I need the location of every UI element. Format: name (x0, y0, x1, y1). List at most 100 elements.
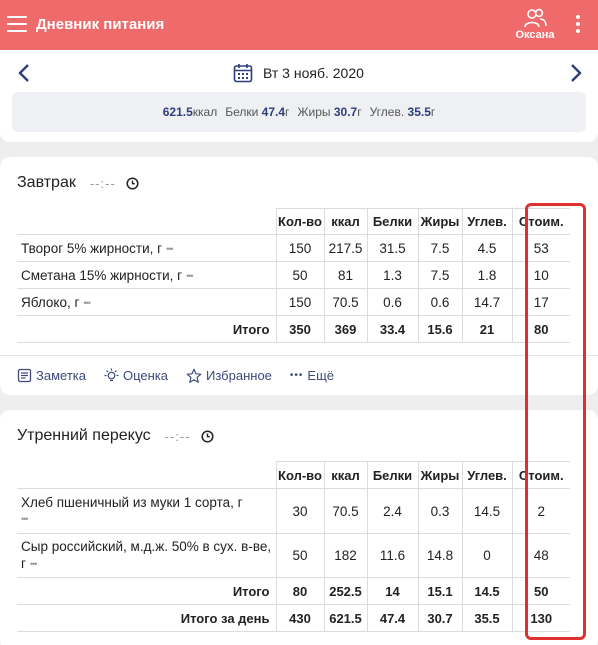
menu-icon[interactable] (7, 16, 27, 32)
more-button[interactable]: ••• Ещё (290, 368, 334, 383)
food-name: Сметана 15% жирности, г (21, 267, 183, 283)
cell-qty: 430 (275, 604, 325, 632)
cell-cost: 48 (511, 533, 570, 578)
prev-day-button[interactable] (14, 62, 34, 84)
more-horiz-icon: ••• (289, 370, 304, 381)
cell-fat: 0.6 (417, 288, 463, 316)
date-picker[interactable]: Вт 3 нояб. 2020 (233, 62, 364, 84)
day-total-row: Итого за день 430 621.5 47.4 30.7 35.5 1… (17, 604, 570, 632)
cell-carbs: 1.8 (461, 261, 513, 289)
cell-protein: 33.4 (366, 315, 419, 343)
meal-total-row: Итого 80 252.5 14 15.1 14.5 50 (17, 577, 570, 605)
cell-protein: 2.4 (366, 488, 419, 534)
total-protein-value: 47.4 (261, 105, 286, 119)
clock-icon (126, 176, 139, 190)
cell-carbs: 14.5 (461, 488, 513, 534)
cell-qty: 80 (275, 577, 325, 605)
cell-kcal: 252.5 (323, 577, 368, 605)
cell-protein: 0.6 (366, 288, 419, 316)
col-header-kcal: ккал (323, 208, 368, 235)
cell-carbs: 4.5 (461, 234, 513, 262)
col-header-fat: Жиры (417, 461, 463, 489)
cell-protein: 47.4 (366, 604, 419, 632)
food-name: Яблоко, г (21, 294, 80, 310)
meal-time: --:-- (89, 175, 116, 191)
carbs-unit: г (430, 105, 436, 119)
note-button[interactable]: Заметка (17, 368, 86, 383)
cell-qty: 150 (275, 288, 325, 316)
col-header-kcal: ккал (323, 461, 368, 489)
date-card: Вт 3 нояб. 2020 621.5 ккал Белки 47.4 г Жи… (0, 50, 598, 142)
more-dots-icon[interactable]: ••• (30, 556, 38, 573)
cell-kcal: 70.5 (323, 488, 368, 534)
table-row[interactable]: Хлеб пшеничный из муки 1 сорта, г ••• 30 … (17, 488, 570, 534)
more-dots-icon[interactable]: ••• (83, 298, 91, 308)
lightbulb-icon (104, 368, 119, 382)
meal-total-row: Итого 350 369 33.4 15.6 21 80 (17, 315, 570, 343)
table-row[interactable]: Сметана 15% жирности, г ••• 50 81 1.3 7.5… (17, 261, 570, 289)
cell-carbs: 35.5 (461, 604, 513, 632)
col-header-carbs: Углев. (461, 208, 513, 235)
current-date: Вт 3 нояб. 2020 (263, 65, 364, 81)
cell-qty: 50 (275, 533, 325, 578)
cell-protein: 11.6 (366, 533, 419, 578)
protein-label: Белки (225, 105, 259, 119)
meal-table: Кол-во ккал Белки Жиры Углев. Стоим. Хле… (17, 461, 570, 632)
cell-qty: 350 (275, 315, 325, 343)
cell-cost: 80 (511, 315, 570, 343)
table-row[interactable]: Сыр российский, м.д.ж. 50% в сух. в-ве, … (17, 533, 570, 578)
meal-header[interactable]: Завтрак --:-- (17, 174, 139, 192)
star-icon (186, 368, 202, 383)
total-kcal-value: 621.5 (162, 105, 193, 119)
cell-kcal: 70.5 (323, 288, 368, 316)
meal-card-breakfast: Завтрак --:-- Кол-во ккал Белки Жиры Угл… (0, 157, 598, 395)
chevron-right-icon (571, 64, 582, 82)
cell-cost: 50 (511, 577, 570, 605)
cell-kcal: 182 (323, 533, 368, 578)
more-label: Ещё (307, 368, 335, 383)
users-icon (524, 8, 547, 28)
next-day-button[interactable] (566, 62, 586, 84)
rating-button[interactable]: Оценка (104, 368, 168, 383)
total-carbs-value: 35.5 (407, 105, 431, 119)
cell-cost: 17 (511, 288, 570, 316)
meal-header[interactable]: Утренний перекус --:-- (17, 427, 214, 445)
col-header-cost: Стоим. (511, 461, 570, 489)
cell-kcal: 369 (323, 315, 368, 343)
note-icon (17, 368, 32, 383)
more-dots-icon[interactable]: ••• (186, 271, 194, 281)
meal-title: Завтрак (17, 174, 76, 191)
cell-carbs: 14.7 (461, 288, 513, 316)
cell-cost: 10 (511, 261, 570, 289)
cell-kcal: 81 (323, 261, 368, 289)
more-dots-icon[interactable]: ••• (21, 511, 29, 528)
rating-label: Оценка (122, 368, 169, 383)
more-dots-icon[interactable]: ••• (166, 244, 174, 254)
user-name: Оксана (515, 29, 555, 41)
meal-actions: Заметка Оценка Избранное ••• Ещё (0, 355, 598, 395)
total-fat-value: 30.7 (333, 105, 358, 119)
table-row[interactable]: Яблоко, г ••• 150 70.5 0.6 0.6 14.7 17 (17, 288, 570, 316)
food-name: Хлеб пшеничный из муки 1 сорта, г (21, 494, 243, 510)
chevron-left-icon (18, 64, 29, 82)
col-header-carbs: Углев. (461, 461, 513, 489)
note-label: Заметка (36, 368, 86, 383)
cell-carbs: 0 (461, 533, 513, 578)
more-vert-icon[interactable] (572, 15, 584, 37)
col-header-fat: Жиры (417, 208, 463, 235)
calendar-icon (233, 64, 253, 83)
table-row[interactable]: Творог 5% жирности, г ••• 150 217.5 31.5 … (17, 234, 570, 262)
day-total-label: Итого за день (17, 604, 277, 632)
cell-fat: 30.7 (417, 604, 463, 632)
cell-fat: 7.5 (417, 234, 463, 262)
app-title: Дневник питания (36, 16, 165, 33)
meal-table: Кол-во ккал Белки Жиры Углев. Стоим. Тво… (17, 208, 570, 343)
cell-qty: 150 (275, 234, 325, 262)
cell-fat: 15.6 (417, 315, 463, 343)
profile-button[interactable]: Оксана (512, 8, 558, 46)
favorite-button[interactable]: Избранное (186, 368, 272, 384)
cell-kcal: 621.5 (323, 604, 368, 632)
cell-qty: 30 (275, 488, 325, 534)
favorite-label: Избранное (206, 368, 272, 383)
meal-title: Утренний перекус (17, 427, 151, 444)
